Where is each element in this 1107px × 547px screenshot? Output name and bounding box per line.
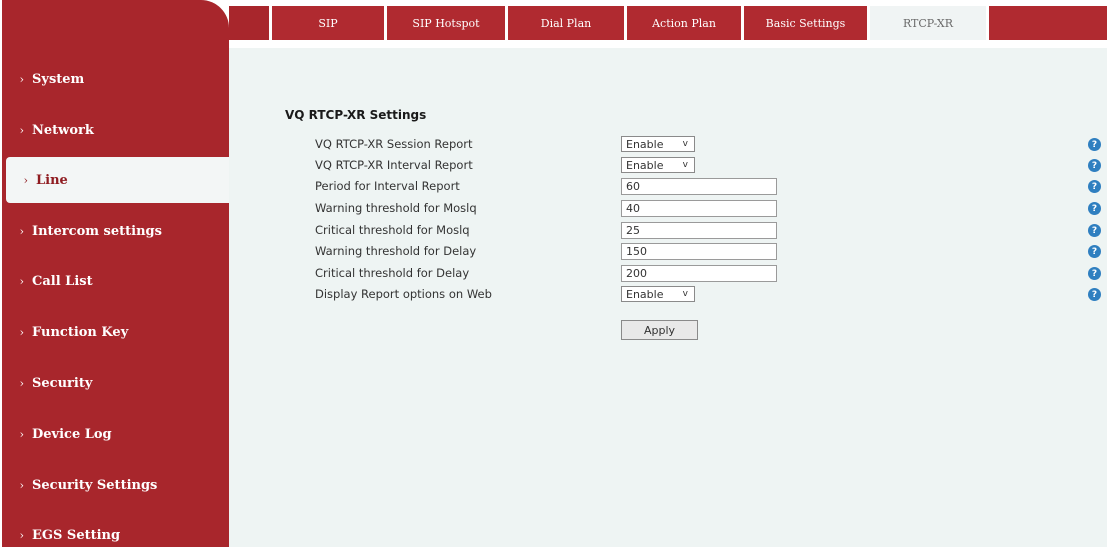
tab-label: SIP Hotspot [412, 16, 480, 30]
sidebar-item-security-settings[interactable]: › Security Settings [2, 462, 229, 508]
sidebar-item-label: Line [36, 172, 68, 188]
sidebar-item-label: Intercom settings [32, 223, 162, 239]
tab-strip: SIP SIP Hotspot Dial Plan Action Plan Ba… [229, 6, 1107, 40]
tab-spacer [986, 6, 1107, 40]
chevron-right-icon: › [19, 376, 24, 390]
critical-delay-input[interactable]: 200 [621, 265, 777, 282]
sidebar-item-device-log[interactable]: › Device Log [2, 411, 229, 457]
sidebar-item-call-list[interactable]: › Call List [2, 258, 229, 304]
tab-label: SIP [318, 16, 338, 30]
tab-label: Basic Settings [765, 16, 846, 30]
chevron-right-icon: › [19, 123, 24, 137]
help-icon[interactable]: ? [1088, 180, 1101, 193]
help-icon[interactable]: ? [1088, 245, 1101, 258]
tab-label: RTCP-XR [902, 16, 954, 30]
sidebar-item-label: Security [32, 375, 93, 391]
session-report-select[interactable]: Enable v [621, 136, 695, 152]
display-report-select[interactable]: Enable v [621, 286, 695, 302]
select-value: Enable [626, 137, 664, 151]
field-label: Warning threshold for Moslq [315, 201, 477, 215]
interval-period-input[interactable]: 60 [621, 178, 777, 195]
sidebar-item-function-key[interactable]: › Function Key [2, 309, 229, 355]
field-label: VQ RTCP-XR Interval Report [315, 158, 473, 172]
sidebar-item-label: System [32, 71, 85, 87]
chevron-right-icon: › [19, 274, 24, 288]
tab-basic-settings[interactable]: Basic Settings [741, 6, 867, 40]
warning-moslq-input[interactable]: 40 [621, 200, 777, 217]
tab-dial-plan[interactable]: Dial Plan [505, 6, 624, 40]
tab-sip-hotspot[interactable]: SIP Hotspot [384, 6, 505, 40]
chevron-down-icon: v [682, 289, 688, 299]
chevron-right-icon: › [19, 528, 24, 542]
sidebar-item-label: EGS Setting [32, 527, 121, 543]
chevron-right-icon: › [19, 478, 24, 492]
top-bar: SIP SIP Hotspot Dial Plan Action Plan Ba… [229, 0, 1107, 48]
sidebar: › System › Network › Line › Intercom set… [2, 0, 229, 547]
tab-label: Dial Plan [540, 16, 592, 30]
field-label: Critical threshold for Delay [315, 266, 470, 280]
chevron-down-icon: v [682, 139, 688, 149]
help-icon[interactable]: ? [1088, 159, 1101, 172]
critical-moslq-input[interactable]: 25 [621, 222, 777, 239]
sidebar-item-label: Function Key [32, 324, 129, 340]
help-icon[interactable]: ? [1088, 288, 1101, 301]
chevron-down-icon: v [682, 160, 688, 170]
section-title: VQ RTCP-XR Settings [285, 108, 427, 122]
sidebar-item-system[interactable]: › System [2, 56, 229, 102]
sidebar-item-intercom-settings[interactable]: › Intercom settings [2, 208, 229, 254]
chevron-right-icon: › [19, 325, 24, 339]
help-icon[interactable]: ? [1088, 202, 1101, 215]
select-value: Enable [626, 287, 664, 301]
tab-action-plan[interactable]: Action Plan [624, 6, 741, 40]
help-icon[interactable]: ? [1088, 224, 1101, 237]
help-icon[interactable]: ? [1088, 138, 1101, 151]
field-label: Critical threshold for Moslq [315, 223, 470, 237]
sidebar-item-label: Device Log [32, 426, 112, 442]
sidebar-item-label: Security Settings [32, 477, 158, 493]
tab-sip[interactable]: SIP [269, 6, 384, 40]
chevron-right-icon: › [19, 72, 24, 86]
sidebar-item-label: Network [32, 122, 94, 138]
tab-label: Action Plan [652, 16, 716, 30]
sidebar-item-line[interactable]: › Line [6, 157, 229, 203]
chevron-right-icon: › [23, 173, 28, 187]
select-value: Enable [626, 158, 664, 172]
interval-report-select[interactable]: Enable v [621, 157, 695, 173]
field-label: Warning threshold for Delay [315, 244, 477, 258]
chevron-right-icon: › [19, 427, 24, 441]
help-icon[interactable]: ? [1088, 267, 1101, 280]
sidebar-item-label: Call List [32, 273, 93, 289]
sidebar-item-security[interactable]: › Security [2, 360, 229, 406]
field-label: Display Report options on Web [315, 287, 492, 301]
apply-button[interactable]: Apply [621, 320, 698, 340]
field-label: Period for Interval Report [315, 179, 460, 193]
warning-delay-input[interactable]: 150 [621, 243, 777, 260]
tab-rtcp-xr[interactable]: RTCP-XR [867, 6, 986, 40]
sidebar-item-egs-setting[interactable]: › EGS Setting [2, 512, 229, 547]
sidebar-item-network[interactable]: › Network [2, 107, 229, 153]
field-label: VQ RTCP-XR Session Report [315, 137, 473, 151]
chevron-right-icon: › [19, 224, 24, 238]
main-content: VQ RTCP-XR Settings VQ RTCP-XR Session R… [229, 48, 1107, 547]
